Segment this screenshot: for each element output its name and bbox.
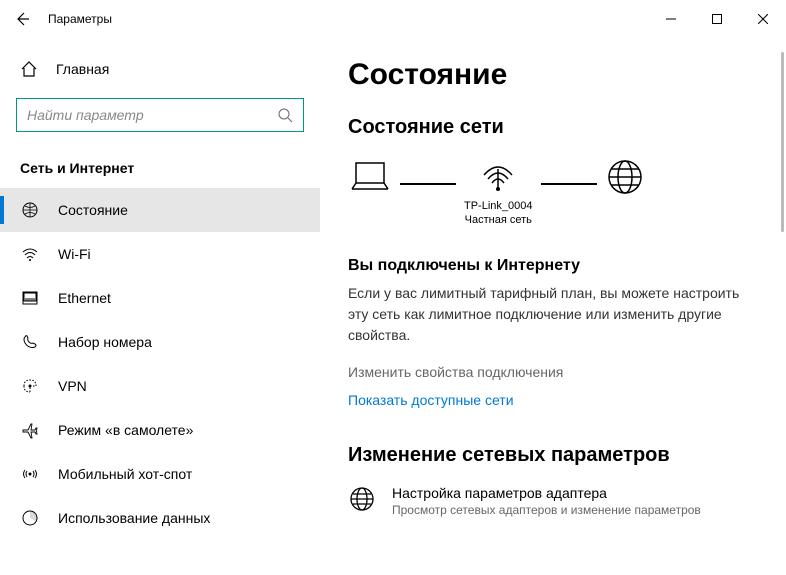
minimize-icon — [666, 14, 676, 24]
connected-heading: Вы подключены к Интернету — [348, 257, 758, 275]
home-label: Главная — [56, 61, 109, 77]
close-icon — [758, 14, 768, 24]
page-title: Состояние — [348, 58, 758, 92]
sidebar-item-label: Состояние — [58, 202, 128, 218]
main-panel: Состояние Состояние сети — [320, 38, 786, 575]
search-icon — [277, 107, 293, 123]
sidebar-item-label: Режим «в самолете» — [58, 422, 193, 438]
sidebar-item-label: Использование данных — [58, 510, 210, 526]
sidebar-item-label: Wi-Fi — [58, 246, 91, 262]
ethernet-icon — [20, 289, 40, 307]
link-connection-props[interactable]: Изменить свойства подключения — [348, 364, 758, 380]
back-button[interactable] — [0, 0, 44, 38]
arrow-left-icon — [14, 11, 30, 27]
hotspot-icon — [20, 465, 40, 483]
window-title: Параметры — [44, 12, 648, 26]
sidebar: Главная Сеть и Интернет Состояние Wi-Fi — [0, 38, 320, 575]
sidebar-item-hotspot[interactable]: Мобильный хот-спот — [0, 452, 320, 496]
maximize-button[interactable] — [694, 3, 740, 35]
device-node — [348, 159, 392, 227]
adapter-settings-row[interactable]: Настройка параметров адаптера Просмотр с… — [348, 485, 758, 517]
network-name: TP-Link_0004 — [464, 199, 533, 213]
window-controls — [648, 3, 786, 35]
minimize-button[interactable] — [648, 3, 694, 35]
sidebar-item-status[interactable]: Состояние — [0, 188, 320, 232]
home-button[interactable]: Главная — [0, 50, 320, 88]
sidebar-item-airplane[interactable]: Режим «в самолете» — [0, 408, 320, 452]
titlebar: Параметры — [0, 0, 786, 38]
network-diagram: TP-Link_0004 Частная сеть — [348, 157, 758, 229]
network-type: Частная сеть — [464, 213, 533, 227]
sidebar-item-label: Ethernet — [58, 290, 111, 306]
sidebar-item-wifi[interactable]: Wi-Fi — [0, 232, 320, 276]
sidebar-item-dialup[interactable]: Набор номера — [0, 320, 320, 364]
dialup-icon — [20, 333, 40, 351]
sidebar-item-datausage[interactable]: Использование данных — [0, 496, 320, 540]
sidebar-item-ethernet[interactable]: Ethernet — [0, 276, 320, 320]
wifi-signal-icon — [478, 159, 518, 195]
wifi-icon — [20, 245, 40, 263]
sidebar-item-vpn[interactable]: VPN — [0, 364, 320, 408]
datausage-icon — [20, 509, 40, 527]
adapter-subtitle: Просмотр сетевых адаптеров и изменение п… — [392, 503, 701, 517]
connected-description: Если у вас лимитный тарифный план, вы мо… — [348, 283, 758, 346]
vpn-icon — [20, 377, 40, 395]
home-icon — [20, 60, 38, 78]
search-field[interactable] — [27, 107, 277, 123]
sidebar-item-label: Набор номера — [58, 334, 152, 350]
globe-icon — [605, 157, 645, 197]
connection-line — [400, 183, 456, 185]
section-header: Сеть и Интернет — [0, 152, 320, 188]
internet-node — [605, 157, 645, 229]
sidebar-item-label: VPN — [58, 378, 87, 394]
maximize-icon — [712, 14, 722, 24]
adapter-icon — [348, 485, 376, 513]
router-node: TP-Link_0004 Частная сеть — [464, 159, 533, 228]
airplane-icon — [20, 421, 40, 439]
close-button[interactable] — [740, 3, 786, 35]
section-title-change: Изменение сетевых параметров — [348, 444, 758, 467]
section-title-status: Состояние сети — [348, 116, 758, 139]
link-show-networks[interactable]: Показать доступные сети — [348, 392, 758, 408]
adapter-title: Настройка параметров адаптера — [392, 485, 701, 501]
connection-line — [541, 183, 597, 185]
scrollbar[interactable] — [781, 52, 784, 232]
status-icon — [20, 201, 40, 219]
search-input[interactable] — [16, 98, 304, 132]
laptop-icon — [348, 159, 392, 195]
sidebar-item-label: Мобильный хот-спот — [58, 466, 192, 482]
